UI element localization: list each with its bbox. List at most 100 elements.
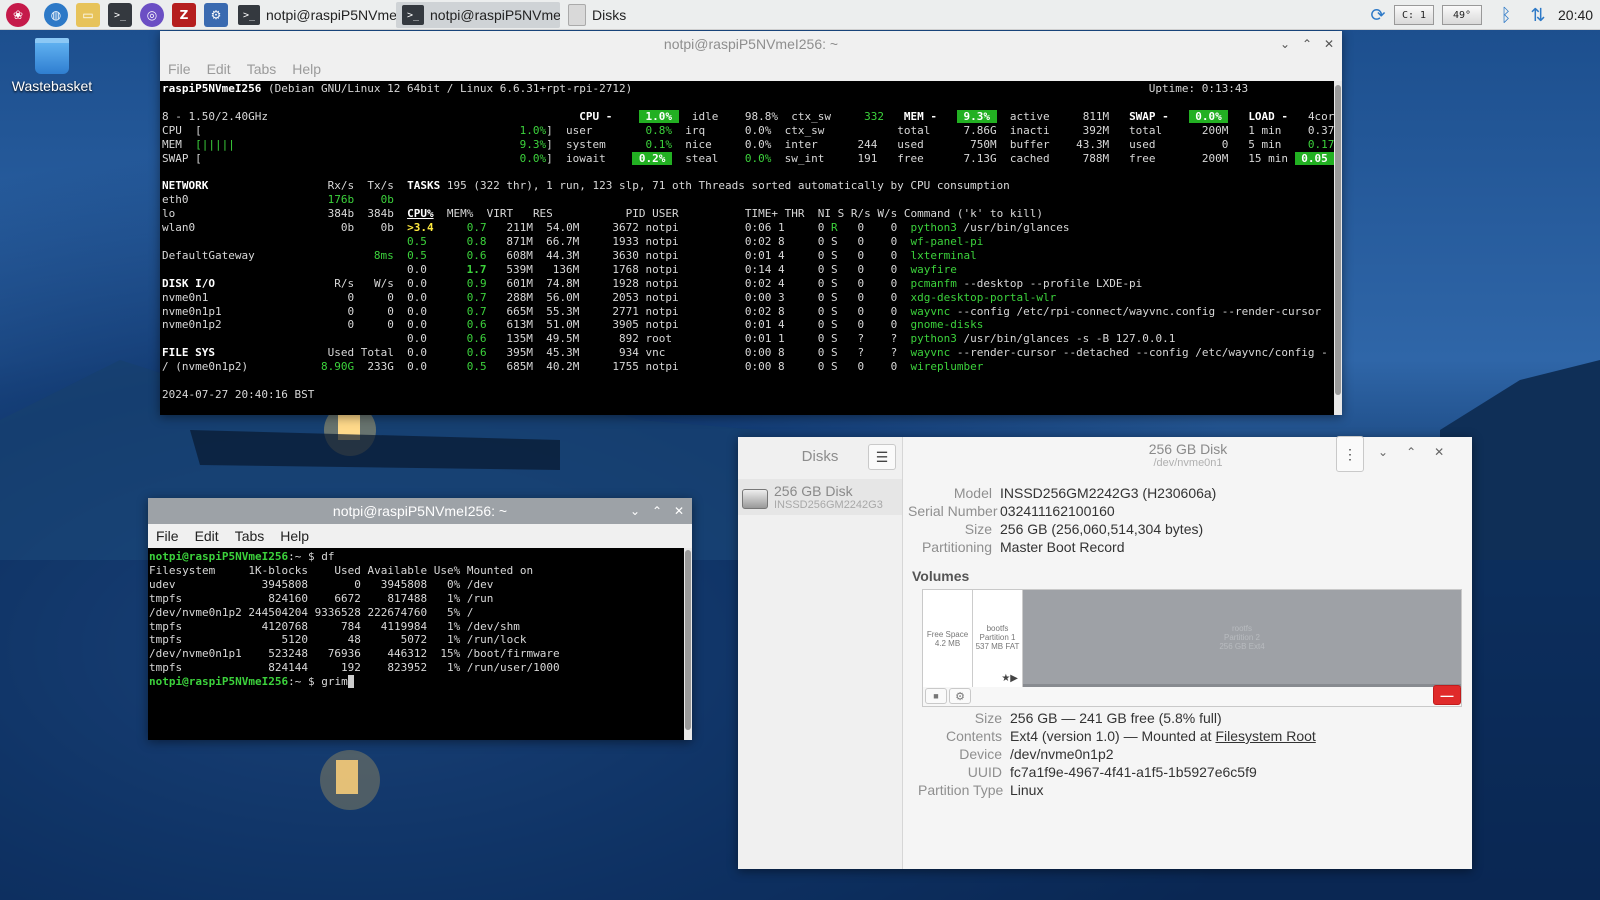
sync-icon[interactable]: ⟳	[1366, 3, 1390, 27]
volume-partition-2[interactable]: rootfs Partition 2 256 GB Ext4	[1023, 590, 1461, 688]
menu-file[interactable]: File	[168, 61, 191, 77]
proc-mem: 0.9	[446, 276, 487, 290]
scrollbar[interactable]	[684, 548, 692, 740]
menu-edit[interactable]: Edit	[195, 528, 219, 544]
segment-line: Free Space	[926, 630, 969, 639]
minimize-icon[interactable]: ⌄	[1278, 37, 1292, 51]
proc-col-s: S	[837, 207, 851, 221]
prop-label: Serial Number	[908, 503, 998, 519]
prop-serial: Serial Number 032411162100160	[908, 503, 1115, 519]
partition-options-button[interactable]: ⚙	[949, 688, 971, 704]
maximize-icon[interactable]: ⌃	[1300, 37, 1314, 51]
network-tool-icon[interactable]: ⚙	[204, 3, 228, 27]
app-launcher-icon[interactable]: ◎	[140, 3, 164, 27]
mounted-star-icon: ★▶	[1001, 673, 1018, 684]
proc-cpu: 0.0	[407, 346, 447, 360]
filezilla-icon[interactable]: Z	[172, 3, 196, 27]
scrollbar[interactable]	[1334, 81, 1342, 415]
cpu-field-label: system	[566, 137, 633, 151]
app-menu-button[interactable]: ☰	[868, 444, 896, 470]
clock[interactable]: 20:40	[1558, 0, 1593, 30]
proc-pid: 1928	[585, 276, 639, 290]
volume-toolbar: ■ ⚙ —	[922, 685, 1462, 707]
proc-user: notpi	[645, 262, 732, 276]
menu-file[interactable]: File	[156, 528, 179, 544]
proc-pid: 1933	[585, 234, 639, 248]
volumes-heading: Volumes	[912, 568, 970, 584]
menu-tabs[interactable]: Tabs	[247, 61, 277, 77]
network-rx: 0b	[314, 221, 355, 235]
proc-args: --config /etc/rpi-connect/wayvnc.config …	[950, 304, 1322, 318]
quicklook-percent: 0.0%	[519, 151, 547, 165]
unmount-button[interactable]: ■	[925, 688, 947, 704]
terminal-launcher-icon[interactable]: >_	[108, 3, 132, 27]
window-titlebar[interactable]: notpi@raspiP5NVmeI256: ~ ⌄ ⌃ ✕	[148, 498, 692, 524]
bracket: ]	[546, 123, 553, 137]
proc-ws: 0	[870, 304, 898, 318]
network-icon[interactable]: ⇅	[1526, 3, 1550, 27]
bluetooth-icon[interactable]: ᛒ	[1494, 3, 1518, 27]
network-iface: wlan0	[162, 221, 315, 235]
proc-rs: 0	[844, 234, 865, 248]
maximize-icon[interactable]: ⌃	[650, 504, 664, 518]
close-icon[interactable]: ✕	[1322, 37, 1336, 51]
prop-partitioning: Partitioning Master Boot Record	[908, 539, 1125, 555]
proc-time: 0:00	[731, 360, 772, 374]
prop-value: 256 GB — 241 GB free (5.8% full)	[1010, 710, 1222, 726]
command: grim	[321, 675, 348, 689]
network-col: Rx/s	[314, 179, 355, 193]
wastebasket-label: Wastebasket	[11, 78, 93, 94]
vol-size: Size 256 GB — 241 GB free (5.8% full)	[918, 710, 1222, 726]
timestamp: 2024-07-27 20:40:16 BST	[162, 387, 315, 401]
close-icon[interactable]: ✕	[672, 504, 686, 518]
proc-cpu: 0.5	[407, 234, 447, 248]
proc-command: wf-panel-pi	[910, 234, 984, 248]
delete-partition-button[interactable]: —	[1433, 685, 1461, 705]
glances-output[interactable]: raspiP5NVmeI256 (Debian GNU/Linux 12 64b…	[160, 81, 1342, 415]
menu-help[interactable]: Help	[292, 61, 321, 77]
drive-options-button[interactable]: ⋮	[1336, 436, 1364, 472]
minimize-icon[interactable]: ⌄	[628, 504, 642, 518]
menubar: File Edit Tabs Help	[148, 524, 692, 548]
cpu-gauge[interactable]: C: 1	[1394, 5, 1434, 25]
temperature-gauge[interactable]: 49°	[1442, 5, 1482, 25]
proc-state: S	[831, 304, 845, 318]
taskbar-task-disks[interactable]: Disks	[562, 2, 672, 28]
bracket: ]	[546, 151, 553, 165]
proc-ni: 0	[804, 318, 825, 332]
mem-label: MEM -	[903, 109, 937, 123]
quicklook-percent: 9.3%	[519, 137, 547, 151]
taskbar-task-terminal-1[interactable]: >_ notpi@raspiP5NVme..	[232, 2, 396, 28]
proc-pid: 892	[585, 332, 639, 346]
device-item[interactable]: 256 GB Disk INSSD256GM2242G3	[738, 479, 902, 515]
kebab-menu-icon: ⋮	[1343, 445, 1357, 462]
menu-edit[interactable]: Edit	[207, 61, 231, 77]
close-icon[interactable]: ✕	[1434, 445, 1444, 459]
df-output[interactable]: notpi@raspiP5NVmeI256:~ $ df Filesystem …	[148, 548, 692, 740]
volume-partition-1[interactable]: bootfs Partition 1 537 MB FAT ★▶	[973, 590, 1023, 688]
proc-ws: 0	[870, 290, 898, 304]
wastebasket-desktop-icon[interactable]: Wastebasket	[10, 38, 94, 94]
swap-field-label: free	[1129, 151, 1183, 165]
proc-user: notpi	[645, 360, 732, 374]
maximize-icon[interactable]: ⌃	[1406, 445, 1416, 459]
proc-col-res: RES	[532, 207, 593, 221]
taskbar-task-terminal-2[interactable]: >_ notpi@raspiP5NVme..	[396, 2, 560, 28]
cpu-field-value: 0.8%	[632, 123, 672, 137]
web-browser-icon[interactable]: ◍	[44, 3, 68, 27]
file-manager-icon[interactable]: ▭	[76, 3, 100, 27]
swap-field-label: total	[1129, 123, 1183, 137]
raspberry-menu-icon[interactable]: ❀	[6, 3, 30, 27]
swap-field-label: used	[1129, 137, 1183, 151]
minimize-icon[interactable]: ⌄	[1378, 445, 1388, 459]
network-col: Tx/s	[354, 179, 394, 193]
cpu-field-value: 244	[837, 137, 878, 151]
proc-pid: 934	[585, 346, 639, 360]
proc-time: 0:14	[731, 262, 772, 276]
filesystem-root-link[interactable]: Filesystem Root	[1215, 728, 1315, 744]
menu-help[interactable]: Help	[280, 528, 309, 544]
proc-ws: 0	[870, 248, 898, 262]
menu-tabs[interactable]: Tabs	[235, 528, 265, 544]
window-titlebar[interactable]: notpi@raspiP5NVmeI256: ~ ⌄ ⌃ ✕	[160, 31, 1342, 57]
volume-free-space[interactable]: Free Space 4.2 MB	[923, 590, 973, 688]
